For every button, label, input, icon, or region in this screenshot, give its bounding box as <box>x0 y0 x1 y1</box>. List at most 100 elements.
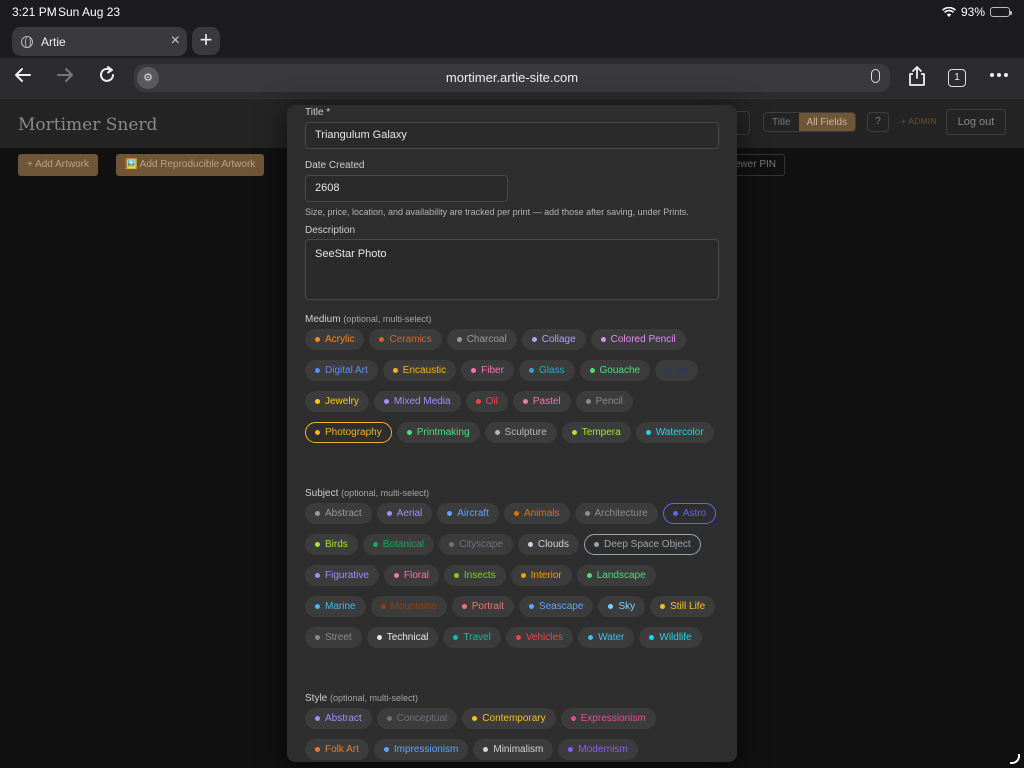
medium-chip[interactable]: Gouache <box>579 360 651 381</box>
medium-chip[interactable]: Ceramics <box>369 329 442 350</box>
subject-chip[interactable]: Seascape <box>518 596 594 617</box>
subject-chip[interactable]: Cityscape <box>438 534 513 555</box>
subject-chip[interactable]: Travel <box>443 627 501 648</box>
microphone-icon[interactable] <box>871 69 880 83</box>
color-dot-icon <box>645 430 651 435</box>
subject-chip[interactable]: Marine <box>305 596 366 617</box>
medium-chip-label: Photography <box>325 427 382 438</box>
medium-label-text: Medium <box>305 314 341 325</box>
style-chip[interactable]: Conceptual <box>376 708 458 729</box>
style-chip[interactable]: Folk Art <box>305 739 369 760</box>
title-input[interactable]: Triangulum Galaxy <box>305 122 719 149</box>
medium-chip-label: Glass <box>538 365 565 376</box>
more-button[interactable] <box>986 65 1012 91</box>
medium-chip[interactable]: Watercolor <box>635 422 714 443</box>
subject-chip[interactable]: Birds <box>305 534 358 555</box>
subject-chip-label: Aerial <box>396 508 423 519</box>
color-dot-icon <box>522 399 528 404</box>
subject-chip[interactable]: Deep Space Object <box>583 534 701 555</box>
search-mode-title[interactable]: Title <box>764 113 799 131</box>
back-button[interactable] <box>10 65 36 91</box>
subject-chip[interactable]: Wildlife <box>639 627 702 648</box>
subject-chip[interactable]: Botanical <box>362 534 434 555</box>
subject-chip[interactable]: Water <box>578 627 635 648</box>
medium-chip[interactable]: Digital Art <box>305 360 378 381</box>
subject-chip[interactable]: Abstract <box>305 503 372 524</box>
share-button[interactable] <box>904 65 930 91</box>
medium-chip[interactable]: Acrylic <box>305 329 365 350</box>
subject-chip[interactable]: Street <box>305 627 362 648</box>
subject-chip[interactable]: Mountains <box>370 596 447 617</box>
medium-chip[interactable]: Collage <box>521 329 586 350</box>
subject-chip[interactable]: Technical <box>366 627 439 648</box>
reload-button[interactable] <box>94 65 120 91</box>
add-reproducible-artwork-button[interactable]: 🖼️ Add Reproducible Artwork <box>116 154 265 176</box>
color-dot-icon <box>461 604 467 609</box>
color-dot-icon <box>315 604 320 609</box>
subject-chip[interactable]: Interior <box>510 565 572 586</box>
site-brand[interactable]: Mortimer Snerd <box>18 115 157 135</box>
subject-chip[interactable]: Vehicles <box>505 627 574 648</box>
medium-chip[interactable]: Glass <box>518 360 575 381</box>
style-chip[interactable]: Minimalism <box>473 739 554 760</box>
medium-chip[interactable]: Photography <box>305 422 392 443</box>
subject-chip[interactable]: Aircraft <box>437 503 499 524</box>
subject-chip[interactable]: Still Life <box>650 596 716 617</box>
subject-label-text: Subject <box>305 488 339 499</box>
style-chip[interactable]: Modernism <box>558 739 638 760</box>
subject-chip[interactable]: Figurative <box>305 565 379 586</box>
subject-chip[interactable]: Sky <box>598 596 646 617</box>
date-created-input[interactable]: 2608 <box>305 175 508 202</box>
style-chip[interactable]: Impressionism <box>373 739 469 760</box>
color-dot-icon <box>386 511 392 516</box>
medium-chip[interactable]: Colored Pencil <box>590 329 686 350</box>
subject-chip[interactable]: Floral <box>383 565 439 586</box>
admin-link[interactable]: + ADMIN <box>901 117 937 126</box>
style-chip[interactable]: Expressionism <box>560 708 656 729</box>
subject-chip[interactable]: Insects <box>443 565 506 586</box>
subject-chip[interactable]: Portrait <box>451 596 514 617</box>
subject-chip[interactable]: Astro <box>662 503 717 524</box>
logout-button[interactable]: Log out <box>946 109 1006 135</box>
medium-chip[interactable]: Charcoal <box>446 329 517 350</box>
help-button[interactable]: ? <box>867 112 889 132</box>
color-dot-icon <box>315 635 320 640</box>
browser-tab[interactable]: Artie × <box>12 27 187 56</box>
medium-chip[interactable]: Pastel <box>512 391 571 412</box>
subject-chip[interactable]: Architecture <box>574 503 658 524</box>
subject-chip-label: Insects <box>463 570 496 581</box>
tab-overview-button[interactable]: 1 <box>948 69 966 87</box>
medium-chip[interactable]: Jewelry <box>305 391 369 412</box>
medium-chip[interactable]: Pencil <box>575 391 633 412</box>
medium-chip[interactable]: Fiber <box>461 360 514 381</box>
subject-chip-label: Floral <box>403 570 429 581</box>
medium-chip[interactable]: Mixed Media <box>373 391 461 412</box>
subject-chip[interactable]: Animals <box>503 503 570 524</box>
medium-chip[interactable]: Sculpture <box>484 422 557 443</box>
medium-chip[interactable]: Tempera <box>561 422 631 443</box>
style-chip[interactable]: Contemporary <box>462 708 556 729</box>
close-tab-icon[interactable]: × <box>171 32 180 50</box>
description-textarea[interactable]: SeeStar Photo <box>305 239 719 300</box>
address-bar[interactable]: ⚙ mortimer.artie-site.com <box>134 64 890 92</box>
color-dot-icon <box>386 716 392 721</box>
medium-chip[interactable]: Printmaking <box>396 422 480 443</box>
add-artwork-button[interactable]: + Add Artwork <box>18 154 98 176</box>
medium-chip[interactable]: Oil <box>465 391 508 412</box>
new-tab-button[interactable]: + <box>192 27 220 55</box>
search-mode-all-fields[interactable]: All Fields <box>798 113 856 131</box>
subject-chip-label: Sky <box>618 601 636 612</box>
medium-chip-label: Mixed Media <box>393 396 451 407</box>
medium-chip-label: Acrylic <box>325 334 355 345</box>
medium-chip[interactable]: Encaustic <box>382 360 457 381</box>
forward-button[interactable] <box>52 65 78 91</box>
medium-chip[interactable]: Ink <box>655 360 699 381</box>
subject-chip[interactable]: Clouds <box>517 534 579 555</box>
subject-chip[interactable]: Aerial <box>376 503 433 524</box>
style-chip[interactable]: Abstract <box>305 708 372 729</box>
subject-chip[interactable]: Landscape <box>576 565 656 586</box>
style-label: Style (optional, multi-select) <box>305 693 418 704</box>
color-dot-icon <box>494 430 500 435</box>
status-bar: 3:21 PM Sun Aug 23 93% <box>0 0 1024 24</box>
color-dot-icon <box>453 573 459 578</box>
